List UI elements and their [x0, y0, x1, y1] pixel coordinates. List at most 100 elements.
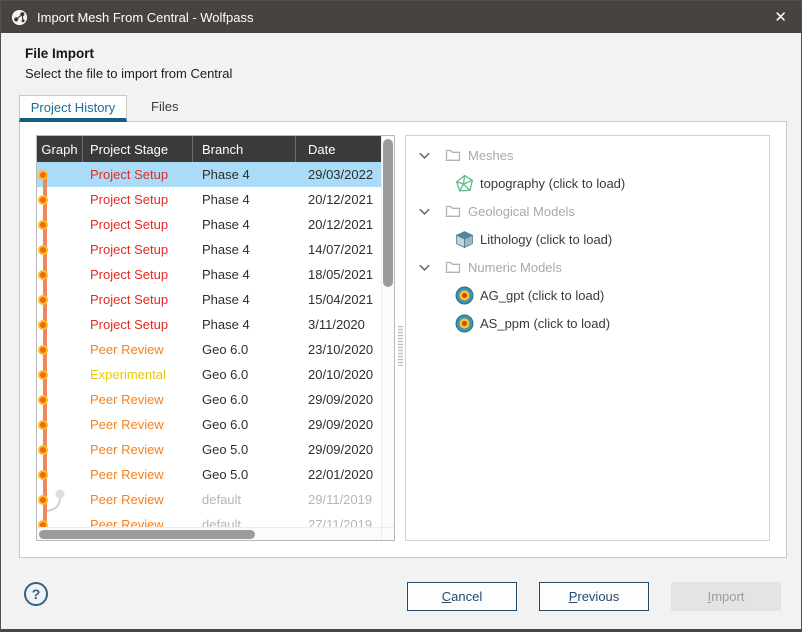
- branch-cell: default: [193, 517, 296, 527]
- date-cell: 29/09/2020: [296, 442, 381, 457]
- project-stage-cell: Project Setup: [83, 192, 193, 207]
- branch-cell: Geo 6.0: [193, 342, 296, 357]
- chevron-down-icon[interactable]: [417, 148, 432, 163]
- table-row[interactable]: Project Setup Phase 4 18/05/2021: [37, 262, 381, 287]
- horizontal-scrollbar-thumb[interactable]: [39, 530, 255, 539]
- chevron-down-icon[interactable]: [417, 260, 432, 275]
- revision-dot-icon: [38, 320, 48, 330]
- table-row[interactable]: Peer Review Geo 6.0 29/09/2020: [37, 412, 381, 437]
- date-cell: 29/09/2020: [296, 392, 381, 407]
- branch-cell: Phase 4: [193, 167, 296, 182]
- date-cell: 20/10/2020: [296, 367, 381, 382]
- mesh-icon: [455, 174, 474, 193]
- branch-cell: Phase 4: [193, 242, 296, 257]
- project-stage-cell: Project Setup: [83, 267, 193, 282]
- date-cell: 14/07/2021: [296, 242, 381, 257]
- revision-dot-icon: [38, 420, 48, 430]
- geological-model-icon: [455, 230, 474, 249]
- chevron-down-icon[interactable]: [417, 204, 432, 219]
- tree-item[interactable]: AS_ppm (click to load): [406, 309, 769, 337]
- numeric-model-icon: [455, 286, 474, 305]
- table-row[interactable]: Project Setup Phase 4 20/12/2021: [37, 187, 381, 212]
- date-cell: 29/11/2019: [296, 492, 381, 507]
- project-stage-cell: Peer Review: [83, 417, 193, 432]
- import-button[interactable]: Import: [671, 582, 781, 611]
- folder-icon: [445, 147, 461, 163]
- project-stage-cell: Project Setup: [83, 317, 193, 332]
- tree-item[interactable]: AG_gpt (click to load): [406, 281, 769, 309]
- project-stage-cell: Peer Review: [83, 392, 193, 407]
- window-title: Import Mesh From Central - Wolfpass: [37, 10, 253, 25]
- branch-cell: Phase 4: [193, 192, 296, 207]
- previous-button[interactable]: Previous: [539, 582, 649, 611]
- tree-group-label: Numeric Models: [468, 260, 562, 275]
- help-button[interactable]: ?: [24, 582, 48, 606]
- column-header-branch: Branch: [193, 136, 296, 162]
- page-title: File Import: [25, 46, 94, 61]
- branch-cell: Geo 6.0: [193, 417, 296, 432]
- date-cell: 20/12/2021: [296, 192, 381, 207]
- revision-dot-icon: [38, 295, 48, 305]
- revision-dot-icon: [38, 245, 48, 255]
- tree-item[interactable]: Lithology (click to load): [406, 225, 769, 253]
- branch-cell: Phase 4: [193, 217, 296, 232]
- project-stage-cell: Project Setup: [83, 217, 193, 232]
- title-bar: Import Mesh From Central - Wolfpass ✕: [1, 1, 801, 33]
- branch-cell: Geo 6.0: [193, 392, 296, 407]
- table-row[interactable]: Peer Review default 27/11/2019: [37, 512, 381, 527]
- column-header-project-stage: Project Stage: [83, 136, 193, 162]
- tree-group-row[interactable]: Meshes: [406, 141, 769, 169]
- table-row[interactable]: Peer Review Geo 6.0 29/09/2020: [37, 387, 381, 412]
- vertical-scrollbar-thumb[interactable]: [383, 139, 393, 287]
- cancel-button[interactable]: Cancel: [407, 582, 517, 611]
- project-history-table: Graph Project Stage Branch Date Project …: [36, 135, 395, 541]
- project-stage-cell: Peer Review: [83, 517, 193, 527]
- date-cell: 29/03/2022: [296, 167, 381, 182]
- date-cell: 27/11/2019: [296, 517, 381, 527]
- branch-cell: Geo 5.0: [193, 467, 296, 482]
- tab-files[interactable]: Files: [127, 95, 202, 122]
- date-cell: 18/05/2021: [296, 267, 381, 282]
- revision-dot-icon: [38, 470, 48, 480]
- project-stage-cell: Peer Review: [83, 467, 193, 482]
- table-row[interactable]: Project Setup Phase 4 15/04/2021: [37, 287, 381, 312]
- close-icon[interactable]: ✕: [757, 8, 791, 26]
- tree-group-row[interactable]: Geological Models: [406, 197, 769, 225]
- table-row[interactable]: Peer Review default 29/11/2019: [37, 487, 381, 512]
- table-row[interactable]: Project Setup Phase 4 3/11/2020: [37, 312, 381, 337]
- import-mesh-dialog: Import Mesh From Central - Wolfpass ✕ Fi…: [0, 0, 802, 632]
- project-stage-cell: Project Setup: [83, 292, 193, 307]
- branch-cell: Geo 6.0: [193, 367, 296, 382]
- revision-dot-icon: [38, 195, 48, 205]
- table-row[interactable]: Project Setup Phase 4 20/12/2021: [37, 212, 381, 237]
- table-row[interactable]: Project Setup Phase 4 29/03/2022: [37, 162, 381, 187]
- table-row[interactable]: Peer Review Geo 5.0 22/01/2020: [37, 462, 381, 487]
- tree-item-label: topography (click to load): [480, 176, 625, 191]
- revision-dot-icon: [38, 170, 48, 180]
- revision-dot-icon: [38, 370, 48, 380]
- table-row[interactable]: Experimental Geo 6.0 20/10/2020: [37, 362, 381, 387]
- scrollbar-corner: [381, 527, 394, 540]
- date-cell: 29/09/2020: [296, 417, 381, 432]
- folder-icon: [445, 203, 461, 219]
- project-stage-cell: Peer Review: [83, 442, 193, 457]
- vertical-scrollbar: [381, 136, 394, 527]
- panel-splitter-handle[interactable]: [398, 326, 403, 366]
- tree-item[interactable]: topography (click to load): [406, 169, 769, 197]
- table-row[interactable]: Peer Review Geo 6.0 23/10/2020: [37, 337, 381, 362]
- folder-icon: [445, 259, 461, 275]
- horizontal-scrollbar: [37, 527, 381, 540]
- table-row[interactable]: Project Setup Phase 4 14/07/2021: [37, 237, 381, 262]
- revision-dot-icon: [38, 220, 48, 230]
- tab-bar: Project History Files: [19, 95, 202, 122]
- tree-group-label: Meshes: [468, 148, 514, 163]
- tree-item-label: AG_gpt (click to load): [480, 288, 604, 303]
- objects-tree-panel: Meshes topography (click to load) Geologic…: [405, 135, 770, 541]
- branch-cell: Phase 4: [193, 317, 296, 332]
- table-row[interactable]: Peer Review Geo 5.0 29/09/2020: [37, 437, 381, 462]
- tab-project-history[interactable]: Project History: [19, 95, 127, 122]
- tree-group-row[interactable]: Numeric Models: [406, 253, 769, 281]
- date-cell: 3/11/2020: [296, 317, 381, 332]
- column-header-graph: Graph: [37, 136, 83, 162]
- numeric-model-icon: [455, 314, 474, 333]
